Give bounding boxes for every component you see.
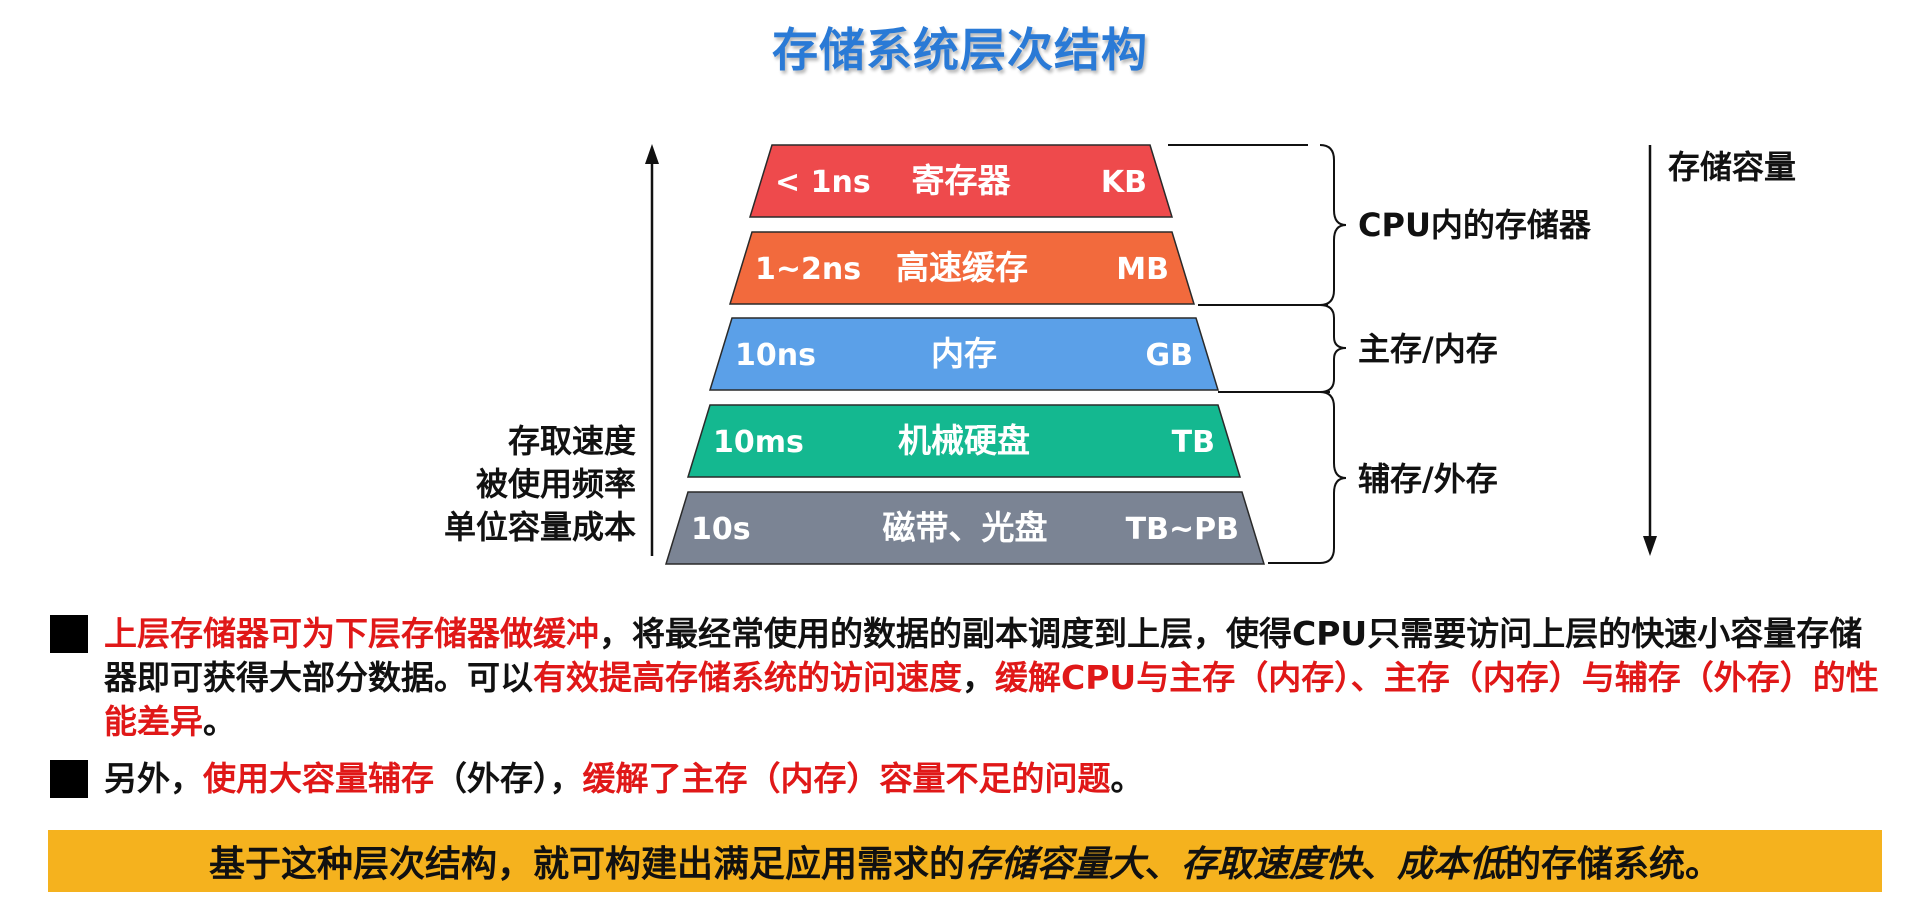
paragraph-1-highlight-2: 有效提高存储系统的访问速度 xyxy=(533,658,962,697)
level-name: 内存 xyxy=(931,334,997,373)
level-name: 机械硬盘 xyxy=(898,421,1030,460)
summary-banner: 基于这种层次结构，就可构建出满足应用需求的 存储容量大、存取速度快、成本低 的存储… xyxy=(48,830,1882,892)
level-speed: 10s xyxy=(691,512,751,547)
banner-text-2: 、 xyxy=(1144,844,1181,885)
group-label-aux: 辅存/外存 xyxy=(1358,460,1498,498)
paragraph-2-highlight-1: 使用大容量辅存 xyxy=(203,759,434,798)
level-speed: 10ns xyxy=(735,338,816,373)
brace-aux xyxy=(1319,391,1347,564)
speed-axis-arrowhead xyxy=(645,144,659,164)
level-capacity: MB xyxy=(1116,252,1169,287)
paragraph-aux-storage: 另外，使用大容量辅存（外存），缓解了主存（内存）容量不足的问题。 xyxy=(104,757,1894,801)
level-speed: 1~2ns xyxy=(755,252,861,287)
banner-text-3: 、 xyxy=(1361,844,1398,885)
banner-text-1: 基于这种层次结构，就可构建出满足应用需求的 xyxy=(208,844,965,885)
left-axis-label-cost: 单位容量成本 xyxy=(444,508,636,546)
banner-text-4: 的存储系统。 xyxy=(1505,844,1722,885)
level-capacity: TB~PB xyxy=(1126,512,1239,547)
right-axis-label-capacity: 存储容量 xyxy=(1668,148,1796,186)
brace-main xyxy=(1319,304,1347,393)
brace-cpu xyxy=(1319,144,1347,306)
level-speed: 10ms xyxy=(713,425,804,460)
level-name: 寄存器 xyxy=(912,161,1012,200)
paragraph-1-highlight-1: 上层存储器可为下层存储器做缓冲 xyxy=(104,614,599,653)
banner-emphasis-cost: 成本低 xyxy=(1397,844,1506,885)
paragraph-1-text-3: 。 xyxy=(203,702,236,741)
paragraph-hierarchy-benefit: 上层存储器可为下层存储器做缓冲，将最经常使用的数据的副本调度到上层，使得CPU只… xyxy=(104,612,1894,744)
level-capacity: TB xyxy=(1172,425,1215,460)
level-name: 磁带、光盘 xyxy=(883,508,1048,547)
paragraph-1-text-2: ， xyxy=(962,658,995,697)
banner-emphasis-capacity: 存储容量大 xyxy=(964,844,1145,885)
hierarchy-levels: < 1ns 寄存器 KB 1~2ns 高速缓存 MB 10ns 内存 GB 10ms 机械硬盘 TB 1… xyxy=(664,144,1266,565)
left-axis-label-frequency: 被使用频率 xyxy=(476,465,636,503)
level-capacity: KB xyxy=(1101,165,1147,200)
level-name: 高速缓存 xyxy=(896,248,1028,287)
paragraph-2-text-1: 另外， xyxy=(104,759,203,798)
paragraph-2-text-3: 。 xyxy=(1110,759,1144,798)
banner-emphasis-speed: 存取速度快 xyxy=(1180,844,1361,885)
group-label-main: 主存/内存 xyxy=(1358,330,1498,368)
level-speed: < 1ns xyxy=(775,165,871,200)
group-label-cpu: CPU内的存储器 xyxy=(1358,206,1592,244)
bullet-square-1 xyxy=(50,615,88,653)
paragraph-2-text-2: （外存）， xyxy=(434,759,583,798)
bullet-square-2 xyxy=(50,760,88,798)
left-axis-label-speed: 存取速度 xyxy=(508,422,636,460)
level-capacity: GB xyxy=(1146,338,1194,373)
paragraph-2-highlight-2: 缓解了主存（内存）容量不足的问题 xyxy=(582,759,1111,798)
capacity-axis-arrowhead xyxy=(1643,536,1657,556)
